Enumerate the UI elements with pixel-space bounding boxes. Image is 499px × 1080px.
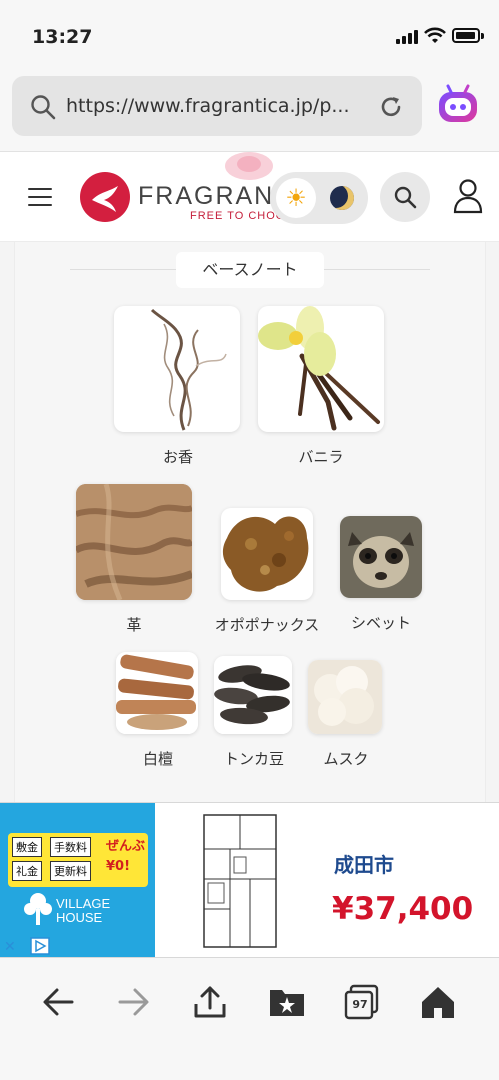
rose-decoration-icon (225, 152, 273, 180)
user-account-icon[interactable] (452, 178, 484, 214)
browser-toolbar: 97 (0, 958, 499, 1080)
ad-promo-line2: ¥0! (106, 859, 131, 874)
site-header: FRAGRANTICA FREE TO CHOOSE ☀ (0, 152, 499, 242)
sandalwood-image (116, 652, 198, 734)
browser-address-row: https://www.fragrantica.jp/p... (0, 72, 499, 152)
fragrantica-logo-icon[interactable] (80, 172, 130, 222)
note-leather[interactable]: 革 (76, 484, 192, 635)
village-house-logo-icon (24, 893, 52, 925)
home-icon[interactable] (420, 984, 456, 1020)
ad-promo-text: ぜんぶ ¥0! (106, 837, 145, 877)
ad-brand-line1: VILLAGE (56, 896, 111, 911)
address-bar[interactable]: https://www.fragrantica.jp/p... (12, 76, 422, 136)
ad-price: ¥37,400 (332, 891, 474, 927)
back-arrow-icon[interactable] (40, 984, 76, 1020)
note-civet[interactable]: シベット (332, 516, 430, 633)
ad-chip: 礼金 (12, 861, 42, 881)
cellular-signal-icon (396, 30, 418, 44)
reload-icon[interactable] (378, 94, 404, 120)
search-icon (31, 95, 56, 120)
hamburger-menu-icon[interactable] (28, 188, 52, 206)
tabs-button[interactable]: 97 (344, 984, 380, 1020)
section-title: ベースノート (176, 252, 324, 288)
moon-icon (330, 186, 354, 210)
opoponax-image (221, 508, 313, 600)
tonka-bean-image (214, 656, 292, 734)
incense-image (114, 306, 240, 432)
tabs-count: 97 (352, 998, 368, 1011)
ad-banner[interactable]: 敷金 手数料 礼金 更新料 ぜんぶ ¥0! VILLAGE HOUSE ✕ 成田… (0, 802, 499, 958)
note-incense[interactable]: お香 (114, 306, 242, 467)
note-label: ムスク (323, 750, 369, 768)
share-icon[interactable] (192, 984, 228, 1020)
ad-chip: 更新料 (50, 861, 91, 881)
theme-toggle[interactable]: ☀ (270, 172, 368, 224)
ad-brand-line2: HOUSE (56, 910, 103, 925)
ad-city: 成田市 (334, 853, 394, 877)
vanilla-image (258, 306, 384, 432)
ad-chip: 手数料 (50, 837, 91, 857)
ad-promo-box: 敷金 手数料 礼金 更新料 ぜんぶ ¥0! (8, 833, 148, 887)
note-label: 白檀 (142, 750, 173, 768)
forward-arrow-icon[interactable] (116, 984, 152, 1020)
url-text[interactable]: https://www.fragrantica.jp/p... (66, 95, 350, 117)
bookmarks-icon[interactable] (268, 984, 306, 1020)
note-vanilla[interactable]: バニラ (258, 306, 384, 467)
ad-brand: VILLAGE HOUSE (56, 897, 110, 925)
note-tonka-bean[interactable]: トンカ豆 (214, 656, 294, 769)
ad-chip: 敷金 (12, 837, 42, 857)
ad-left-panel: 敷金 手数料 礼金 更新料 ぜんぶ ¥0! VILLAGE HOUSE ✕ (0, 803, 155, 957)
wifi-icon (424, 27, 446, 43)
note-label: お香 (162, 448, 193, 466)
battery-icon (452, 28, 480, 43)
note-sandalwood[interactable]: 白檀 (116, 652, 200, 769)
sun-icon: ☀ (276, 178, 316, 218)
note-label: シベット (350, 614, 411, 632)
floor-plan-image (203, 814, 277, 948)
civet-image (340, 516, 422, 598)
search-icon (394, 186, 417, 209)
note-label: 革 (126, 616, 142, 634)
note-opoponax[interactable]: オポポナックス (212, 508, 322, 635)
note-label: バニラ (298, 448, 344, 466)
note-label: トンカ豆 (223, 750, 284, 768)
site-search-button[interactable] (380, 172, 430, 222)
hummingbird-icon (92, 186, 118, 212)
adchoices-icon[interactable] (30, 937, 50, 955)
leather-image (76, 484, 192, 600)
note-musk[interactable]: ムスク (308, 660, 384, 769)
note-label: オポポナックス (214, 616, 320, 634)
ad-close-icon[interactable]: ✕ (4, 939, 16, 955)
ad-promo-line1: ぜんぶ (106, 839, 146, 854)
musk-image (308, 660, 382, 734)
status-bar: 13:27 (0, 0, 499, 72)
assistant-bot-icon[interactable] (436, 84, 480, 128)
status-time: 13:27 (32, 26, 93, 48)
battery-tip (481, 33, 484, 39)
notes-section: ベースノート お香 バニラ 革 オポポナックス シベット 白檀 トンカ豆 ムスク (0, 242, 499, 802)
